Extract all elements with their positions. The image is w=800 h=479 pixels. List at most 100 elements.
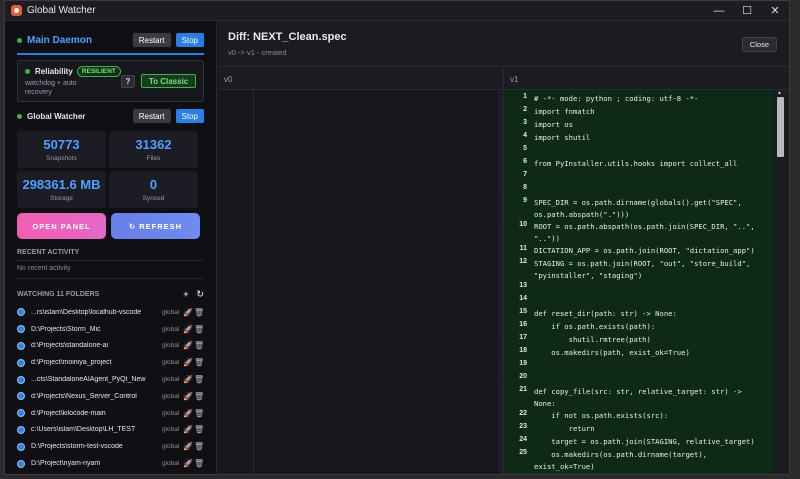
title-bar: Global Watcher — ☐ ✕	[5, 1, 789, 21]
rocket-icon[interactable]: 🚀	[182, 392, 194, 401]
add-folder-icon[interactable]: +	[183, 289, 188, 299]
line-number: 21	[519, 386, 527, 393]
code-line: 20	[504, 372, 773, 385]
code-text: import fnmatch	[534, 107, 595, 116]
trash-icon[interactable]: 🗑	[194, 325, 204, 334]
app-logo-icon	[11, 5, 22, 16]
line-number: 7	[523, 171, 527, 178]
trash-icon[interactable]: 🗑	[194, 392, 204, 401]
rocket-icon[interactable]: 🚀	[182, 325, 194, 334]
folder-item[interactable]: d:\Project\moiniya_project global 🚀 🗑	[17, 354, 204, 371]
trash-icon[interactable]: 🗑	[194, 459, 204, 468]
gw-status-dot-icon	[17, 113, 22, 119]
main-daemon-stop-button[interactable]: Stop	[175, 33, 204, 47]
line-number: 13	[519, 282, 527, 289]
trash-icon[interactable]: 🗑	[194, 375, 204, 384]
line-number: 16	[519, 321, 527, 328]
globe-icon	[17, 442, 25, 451]
refresh-button[interactable]: ↻ REFRESH	[111, 213, 200, 239]
globe-icon	[17, 459, 25, 468]
stat-files: 31362 Files	[109, 131, 198, 168]
folder-item[interactable]: C:\Users\islam\Desktop\srcglobal🚀🗑	[17, 472, 204, 474]
folder-item[interactable]: d:\Project\kilocode-main global 🚀 🗑	[17, 405, 204, 422]
trash-icon[interactable]: 🗑	[194, 308, 204, 317]
no-recent-activity: No recent activity	[17, 265, 71, 272]
folder-item[interactable]: D:\Projects\storm-test-vscode global 🚀 🗑	[17, 438, 204, 455]
code-text: if not os.path.exists(src):	[534, 411, 669, 420]
folder-item[interactable]: d:\Projects\standalone-ai global 🚀 🗑	[17, 338, 204, 355]
code-line: 6 from PyInstaller.utils.hooks import col…	[504, 157, 773, 170]
trash-icon[interactable]: 🗑	[194, 358, 204, 367]
line-number: 11	[519, 245, 527, 252]
line-number: 9	[523, 197, 527, 204]
reliability-desc: watchdog + auto recovery	[25, 79, 77, 96]
global-watcher-restart-button[interactable]: Restart	[132, 109, 171, 123]
rocket-icon[interactable]: 🚀	[182, 375, 194, 384]
line-number: 22	[519, 410, 527, 417]
diff-subtitle: v0 -> v1 - created	[228, 48, 287, 57]
code-line: 25 os.makedirs(os.path.dirname(target), …	[504, 448, 773, 472]
code-text: SPEC_DIR = os.path.dirname(globals().get…	[534, 198, 742, 219]
trash-icon[interactable]: 🗑	[194, 341, 204, 350]
global-watcher-stop-button[interactable]: Stop	[175, 109, 204, 123]
rocket-icon[interactable]: 🚀	[182, 341, 194, 350]
folder-item[interactable]: ...cts\StandaloneAIAgent_PyQt_New global 🚀…	[17, 371, 204, 388]
stat-synced: 0 Synced	[109, 171, 198, 208]
status-dot-icon	[17, 37, 22, 43]
main-daemon-restart-button[interactable]: Restart	[132, 33, 171, 47]
folder-path: D:\Projects\storm-test-vscode	[31, 443, 123, 451]
help-button[interactable]: ?	[120, 74, 136, 88]
stat-label: Snapshots	[46, 155, 77, 162]
stat-label: Synced	[142, 195, 165, 202]
minimize-button[interactable]: —	[705, 1, 733, 21]
folder-item[interactable]: ...rs\islam\Desktop\localhub-vscode globa…	[17, 304, 204, 321]
stat-storage: 298361.6 MB Storage	[17, 171, 106, 208]
line-number: 3	[523, 119, 527, 126]
code-line: 1 # -*- mode: python ; coding: utf-8 -*-	[504, 92, 773, 105]
stat-value: 298361.6 MB	[22, 177, 101, 192]
code-text: shutil.rmtree(path)	[534, 335, 651, 344]
folder-scope: global	[162, 325, 180, 333]
folder-path: ...cts\StandaloneAIAgent_PyQt_New	[31, 376, 146, 384]
open-panel-button[interactable]: OPEN PANEL	[17, 213, 106, 239]
rocket-icon[interactable]: 🚀	[182, 308, 194, 317]
code-text: import shutil	[534, 133, 591, 142]
trash-icon[interactable]: 🗑	[194, 425, 204, 434]
recent-activity-title: RECENT ACTIVITY	[17, 248, 80, 256]
close-diff-button[interactable]: Close	[741, 37, 777, 52]
globe-icon	[17, 375, 25, 384]
action-row: OPEN PANEL ↻ REFRESH	[17, 213, 204, 239]
folder-item[interactable]: c:\Users\islam\Desktop\LH_TEST global 🚀 🗑	[17, 422, 204, 439]
folder-scope: global	[162, 308, 180, 316]
scroll-up-icon[interactable]: ▲	[777, 90, 782, 96]
rocket-icon[interactable]: 🚀	[182, 442, 194, 451]
rocket-icon[interactable]: 🚀	[182, 358, 194, 367]
code-text: ROOT = os.path.abspath(os.path.join(SPEC…	[534, 222, 755, 243]
diff-title: Diff: NEXT_Clean.spec	[228, 31, 347, 43]
rocket-icon[interactable]: 🚀	[182, 409, 194, 418]
code-area[interactable]: 1 # -*- mode: python ; coding: utf-8 -*- 2…	[504, 90, 773, 474]
globe-icon	[17, 358, 25, 367]
rocket-icon[interactable]: 🚀	[182, 425, 194, 434]
trash-icon[interactable]: 🗑	[194, 442, 204, 451]
trash-icon[interactable]: 🗑	[194, 409, 204, 418]
diff-body: v0 v1 1 # -*- mode: python ; coding: utf-…	[218, 68, 789, 474]
folder-item[interactable]: D:\Projects\Storm_Mic global 🚀 🗑	[17, 321, 204, 338]
left-hatch	[498, 90, 503, 474]
line-number: 12	[519, 258, 527, 265]
vertical-scrollbar[interactable]: ▲	[773, 90, 789, 474]
stat-label: Files	[146, 155, 161, 162]
to-classic-button[interactable]: To Classic	[141, 74, 196, 88]
maximize-button[interactable]: ☐	[733, 1, 761, 21]
folder-item[interactable]: D:\Project\nyam-nyam global 🚀 🗑	[17, 455, 204, 472]
code-line: 23 return	[504, 422, 773, 435]
code-line: 11 DICTATION_APP = os.path.join(ROOT, "di…	[504, 244, 773, 257]
code-line: 5	[504, 144, 773, 157]
scrollbar-thumb[interactable]	[777, 97, 784, 157]
close-window-button[interactable]: ✕	[761, 1, 789, 21]
rocket-icon[interactable]: 🚀	[182, 459, 194, 468]
code-line: 21 def copy_file(src: str, relative_targe…	[504, 385, 773, 409]
folder-item[interactable]: d:\Projects\Nexus_Server_Control global 🚀 🗑	[17, 388, 204, 405]
code-text: os.makedirs(os.path.dirname(target), exi…	[534, 450, 708, 471]
refresh-folders-icon[interactable]: ↻	[196, 289, 204, 300]
